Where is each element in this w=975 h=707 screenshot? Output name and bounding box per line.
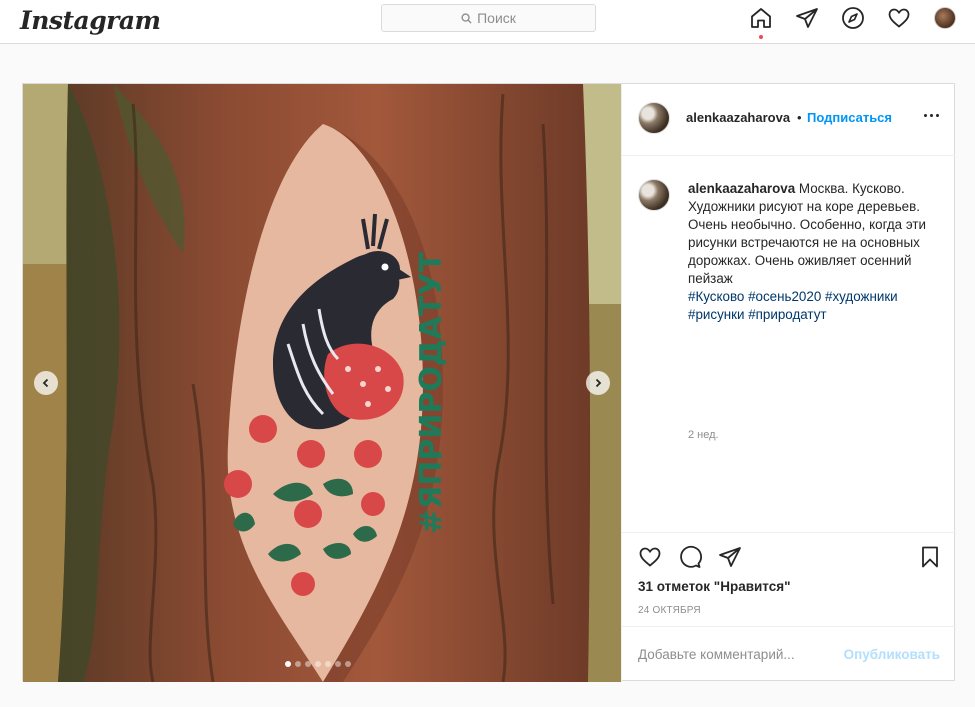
- carousel-dot: [345, 661, 351, 667]
- avatar: [934, 7, 956, 29]
- carousel-indicator: [285, 661, 351, 667]
- search-placeholder: Поиск: [477, 10, 516, 26]
- carousel-prev-button[interactable]: [34, 371, 58, 395]
- search-icon: [461, 12, 472, 24]
- post-card: #ЯПРИРОДАТУТ alenkaazaharova • Подписать…: [22, 83, 956, 682]
- add-comment-bar: Добавьте комментарий... Опубликовать: [622, 626, 956, 682]
- caption-avatar[interactable]: [638, 179, 670, 211]
- comment-icon[interactable]: [678, 545, 702, 569]
- carousel-dot: [305, 661, 311, 667]
- explore-icon[interactable]: [841, 6, 865, 30]
- post-date[interactable]: 24 ОКТЯБРЯ: [638, 605, 701, 616]
- follow-button[interactable]: Подписаться: [807, 110, 892, 125]
- carousel-dot: [285, 661, 291, 667]
- post-sidebar: alenkaazaharova • Подписаться alenkaazah…: [621, 84, 956, 682]
- author-avatar[interactable]: [638, 102, 670, 134]
- chevron-right-icon: [595, 378, 602, 388]
- likes-count[interactable]: 31 отметок "Нравится": [638, 579, 791, 594]
- caption: alenkaazaharova Москва. Кусково. Художни…: [688, 180, 938, 324]
- activity-heart-icon[interactable]: [887, 6, 911, 30]
- caption-hashtags[interactable]: #Кусково #осень2020 #художники #рисунки …: [688, 289, 898, 322]
- post-actions: 31 отметок "Нравится" 24 ОКТЯБРЯ: [622, 532, 956, 626]
- more-options-icon[interactable]: [924, 114, 939, 117]
- author-username[interactable]: alenkaazaharova: [686, 110, 790, 125]
- comment-input[interactable]: Добавьте комментарий...: [638, 647, 795, 662]
- direct-icon[interactable]: [795, 6, 819, 30]
- profile-avatar[interactable]: [933, 6, 957, 30]
- publish-button[interactable]: Опубликовать: [844, 647, 940, 662]
- bookmark-icon[interactable]: [918, 545, 942, 569]
- post-photo[interactable]: #ЯПРИРОДАТУТ: [23, 84, 621, 682]
- carousel-dot: [315, 661, 321, 667]
- nav-icons: [749, 6, 957, 39]
- share-icon[interactable]: [718, 545, 742, 569]
- top-navigation-bar: Instagram Поиск: [0, 0, 975, 44]
- carousel-dot: [325, 661, 331, 667]
- caption-text: Москва. Кусково. Художники рисуют на кор…: [688, 181, 926, 286]
- instagram-logo[interactable]: Instagram: [20, 6, 161, 35]
- photo-hashtag-text: #ЯПРИРОДАТУТ: [414, 252, 449, 534]
- carousel-dot: [295, 661, 301, 667]
- like-heart-icon[interactable]: [638, 545, 662, 569]
- carousel-next-button[interactable]: [586, 371, 610, 395]
- tree-painting-image: #ЯПРИРОДАТУТ: [23, 84, 621, 682]
- header-separator: •: [797, 110, 802, 125]
- carousel-dot: [335, 661, 341, 667]
- notification-dot: [759, 35, 763, 39]
- post-header: alenkaazaharova • Подписаться: [622, 84, 955, 156]
- search-input[interactable]: Поиск: [381, 4, 596, 32]
- chevron-left-icon: [42, 378, 49, 388]
- home-icon[interactable]: [749, 6, 773, 39]
- caption-username[interactable]: alenkaazaharova: [688, 181, 795, 196]
- caption-time: 2 нед.: [688, 429, 719, 441]
- comments-section: alenkaazaharova Москва. Кусково. Художни…: [622, 157, 956, 532]
